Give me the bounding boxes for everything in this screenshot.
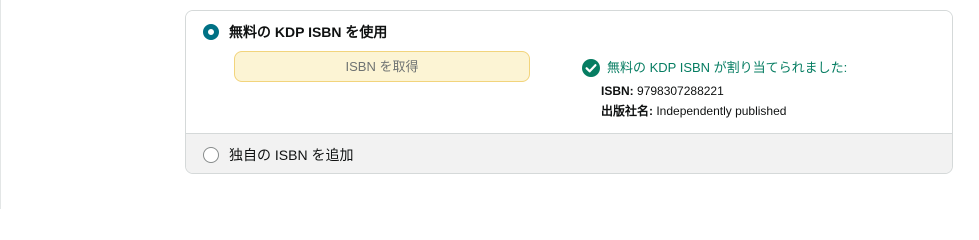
publisher-value: Independently published xyxy=(656,104,787,118)
isbn-number-value: 9798307288221 xyxy=(637,84,724,98)
page-left-border xyxy=(0,0,1,209)
check-circle-icon xyxy=(582,59,600,77)
isbn-assigned-message: 無料の KDP ISBN が割り当てられました: xyxy=(607,60,848,75)
own-isbn-label[interactable]: 独自の ISBN を追加 xyxy=(229,146,353,164)
option-own-isbn[interactable]: 独自の ISBN を追加 xyxy=(186,133,952,173)
isbn-number-label: ISBN: xyxy=(601,84,634,98)
own-isbn-radio[interactable] xyxy=(203,147,219,163)
free-kdp-isbn-label[interactable]: 無料の KDP ISBN を使用 xyxy=(229,23,387,41)
isbn-number-line: ISBN: 9798307288221 xyxy=(601,83,724,99)
get-isbn-button[interactable]: ISBN を取得 xyxy=(234,51,530,82)
free-kdp-isbn-radio[interactable] xyxy=(203,24,219,40)
publisher-label: 出版社名: xyxy=(601,104,653,118)
isbn-options-panel: 無料の KDP ISBN を使用 ISBN を取得 無料の KDP ISBN が… xyxy=(185,10,953,174)
option-free-kdp-isbn[interactable]: 無料の KDP ISBN を使用 ISBN を取得 無料の KDP ISBN が… xyxy=(186,11,952,133)
publisher-line: 出版社名: Independently published xyxy=(601,103,786,119)
